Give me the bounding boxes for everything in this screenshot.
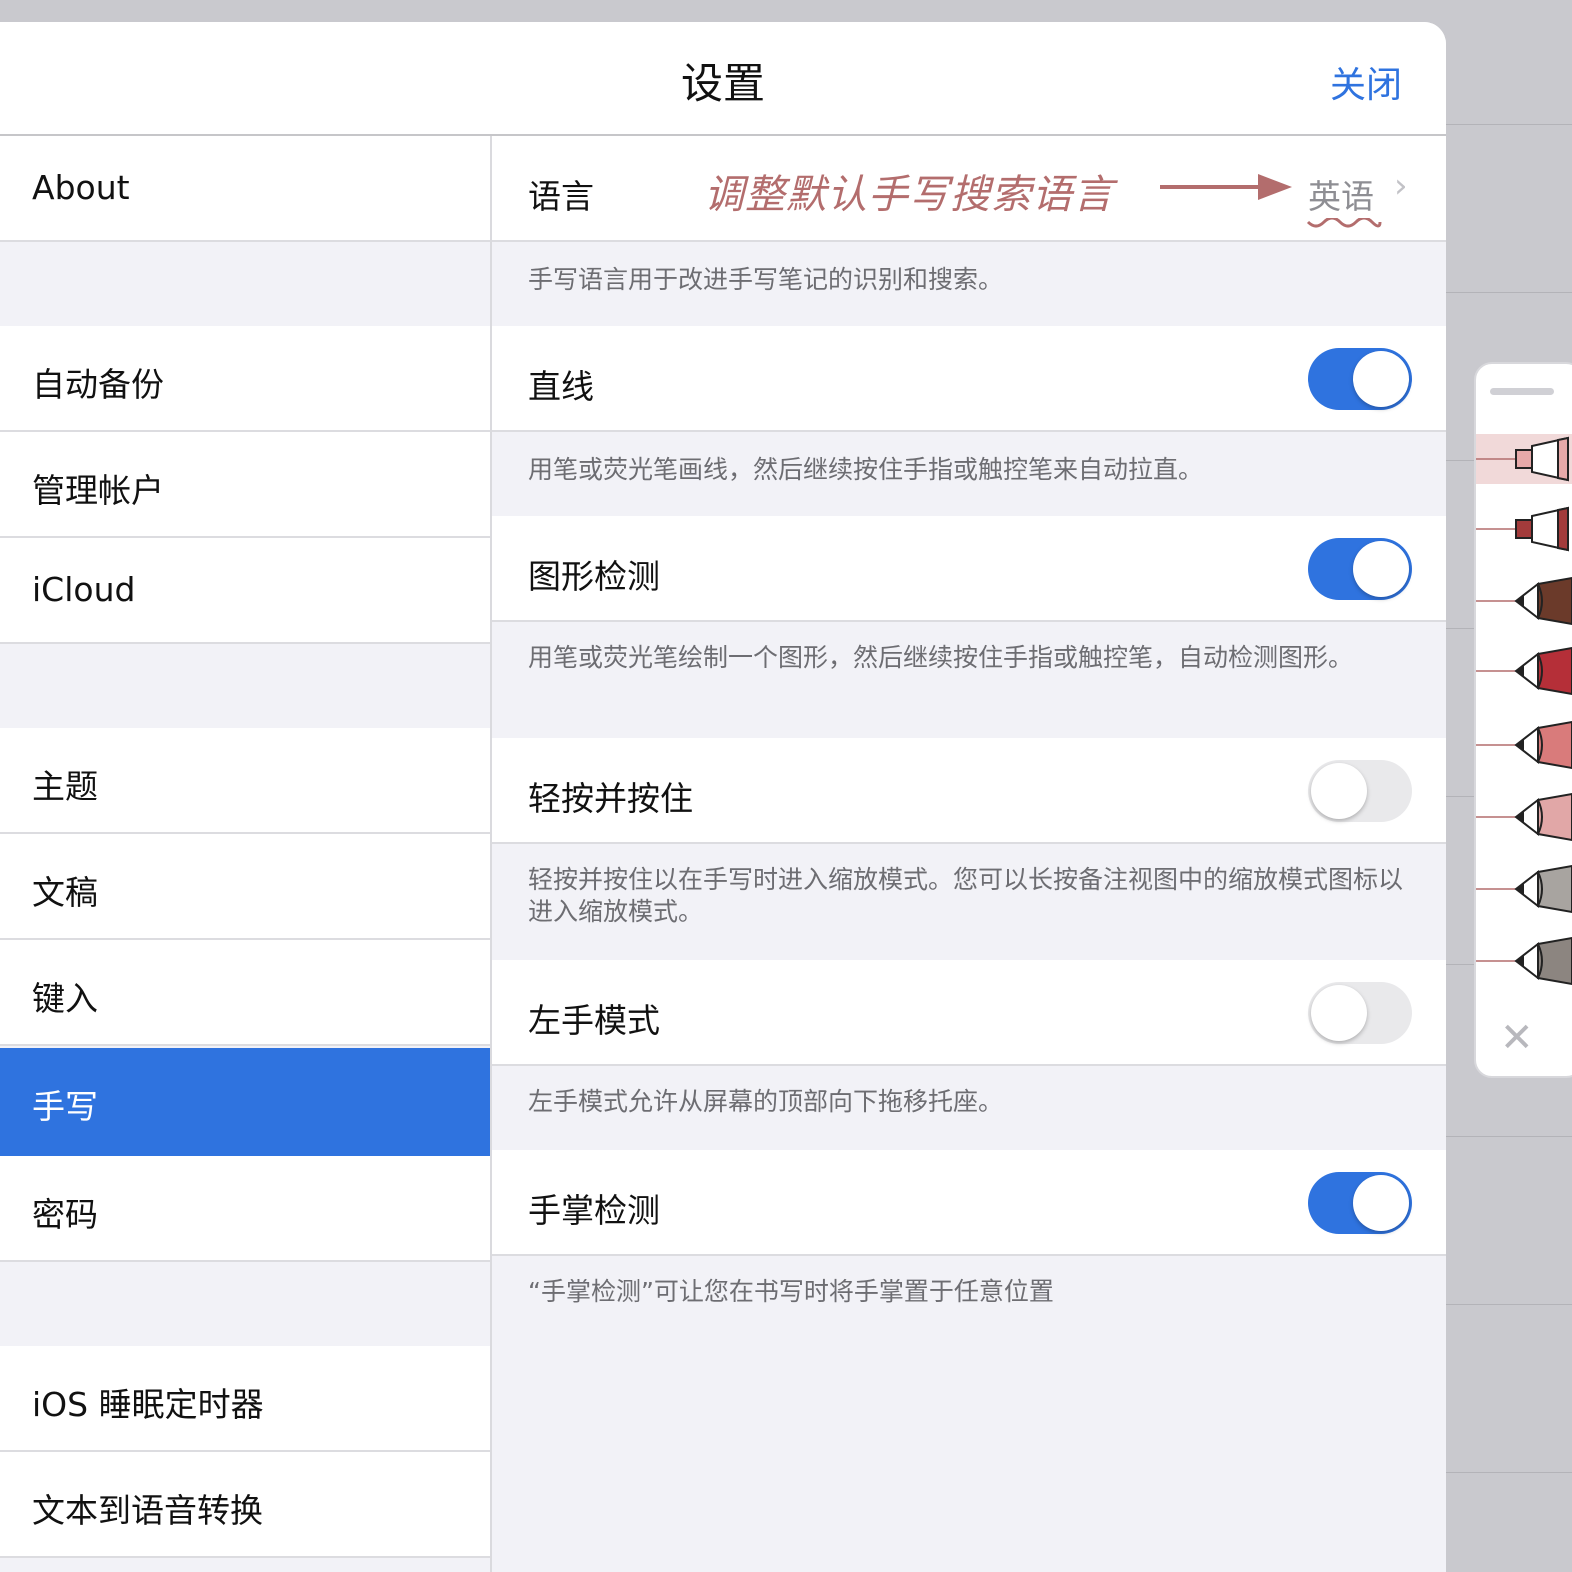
- row-label: 轻按并按住: [528, 779, 693, 818]
- sidebar-item-label: 文本到语音转换: [32, 1491, 263, 1530]
- sidebar-item-text-to-speech[interactable]: 文本到语音转换: [0, 1452, 490, 1558]
- sidebar-item-label: iCloud: [32, 570, 136, 609]
- settings-modal: 设置 关闭 About 自动备份 管理帐户 iCloud 主题 文稿 键入 手写…: [0, 22, 1446, 1572]
- straight-line-row: 直线: [492, 326, 1446, 432]
- language-description: 手写语言用于改进手写笔记的识别和搜索。: [528, 265, 1004, 294]
- bg-rule-line: [1446, 124, 1572, 125]
- sidebar: About 自动备份 管理帐户 iCloud 主题 文稿 键入 手写 密码 iO…: [0, 136, 492, 1572]
- bg-rule-line: [1446, 1304, 1572, 1305]
- sidebar-item-label: iOS 睡眠定时器: [32, 1385, 264, 1424]
- shape-detection-toggle[interactable]: [1308, 538, 1412, 600]
- row-label: 直线: [528, 367, 594, 406]
- toggle-knob: [1353, 541, 1409, 597]
- drag-handle[interactable]: [1490, 388, 1554, 395]
- shape-detection-row: 图形检测: [492, 516, 1446, 622]
- pen-icon[interactable]: [1476, 646, 1572, 696]
- pen-tray: ✕: [1474, 362, 1572, 1078]
- left-hand-description: 左手模式允许从屏幕的顶部向下拖移托座。: [528, 1087, 1004, 1116]
- page-title: 设置: [680, 59, 765, 108]
- straight-line-toggle[interactable]: [1308, 348, 1412, 410]
- left-hand-toggle[interactable]: [1308, 982, 1412, 1044]
- tap-hold-row: 轻按并按住: [492, 738, 1446, 844]
- sidebar-item-icloud[interactable]: iCloud: [0, 538, 490, 644]
- pen-icon[interactable]: [1476, 434, 1572, 484]
- palm-detection-description: “手掌检测”可让您在书写时将手掌置于任意位置: [528, 1277, 1054, 1306]
- sidebar-item-password[interactable]: 密码: [0, 1156, 490, 1262]
- close-icon[interactable]: ✕: [1500, 1018, 1534, 1058]
- bg-rule-line: [1446, 1136, 1572, 1137]
- toggle-knob: [1311, 763, 1367, 819]
- left-hand-row: 左手模式: [492, 960, 1446, 1066]
- palm-detection-row: 手掌检测: [492, 1150, 1446, 1256]
- sidebar-item-auto-backup[interactable]: 自动备份: [0, 326, 490, 432]
- sidebar-item-label: 文稿: [32, 873, 98, 912]
- sidebar-item-sleep-timer[interactable]: iOS 睡眠定时器: [0, 1346, 490, 1452]
- pen-icon[interactable]: [1476, 864, 1572, 914]
- pen-icon[interactable]: [1476, 720, 1572, 770]
- underline-squiggle: [1306, 218, 1382, 228]
- bg-rule-line: [1446, 1472, 1572, 1473]
- sidebar-item-label: 主题: [32, 767, 98, 806]
- straight-line-description: 用笔或荧光笔画线，然后继续按住手指或触控笔来自动拉直。: [528, 455, 1204, 484]
- tap-hold-description: 轻按并按住以在手写时进入缩放模式。您可以长按备注视图中的缩放模式图标以进入缩放模…: [528, 865, 1404, 926]
- sidebar-item-about[interactable]: About: [0, 136, 490, 242]
- palm-detection-toggle[interactable]: [1308, 1172, 1412, 1234]
- settings-content: 语言 调整默认手写搜索语言 英语 › 手写语言用于改进手写笔记的识别和搜索。 直…: [492, 136, 1446, 1572]
- pen-icon[interactable]: [1476, 576, 1572, 626]
- row-label: 左手模式: [528, 1001, 660, 1040]
- row-label: 图形检测: [528, 557, 660, 596]
- pen-icon[interactable]: [1476, 792, 1572, 842]
- arrow-right-icon: [1160, 174, 1292, 200]
- language-value: 英语: [1308, 177, 1374, 216]
- sidebar-item-handwriting[interactable]: 手写: [0, 1048, 490, 1156]
- toggle-knob: [1311, 985, 1367, 1041]
- pen-icon[interactable]: [1476, 504, 1572, 554]
- tap-hold-toggle[interactable]: [1308, 760, 1412, 822]
- nav-bar: 设置 关闭: [0, 22, 1446, 136]
- sidebar-item-theme[interactable]: 主题: [0, 728, 490, 834]
- sidebar-item-typing[interactable]: 键入: [0, 940, 490, 1046]
- sidebar-item-label: 手写: [32, 1087, 98, 1126]
- sidebar-item-label: 自动备份: [32, 365, 164, 404]
- chevron-right-icon: ›: [1394, 166, 1408, 206]
- sidebar-item-manage-accounts[interactable]: 管理帐户: [0, 432, 490, 538]
- pen-icon[interactable]: [1476, 936, 1572, 986]
- sidebar-item-label: 键入: [32, 979, 98, 1018]
- sidebar-item-label: 密码: [32, 1195, 98, 1234]
- bg-rule-line: [1446, 292, 1572, 293]
- row-label: 语言: [528, 177, 594, 216]
- sidebar-item-documents[interactable]: 文稿: [0, 834, 490, 940]
- row-label: 手掌检测: [528, 1191, 660, 1230]
- sidebar-item-label: About: [32, 168, 130, 207]
- toggle-knob: [1353, 1175, 1409, 1231]
- language-row[interactable]: 语言 调整默认手写搜索语言 英语 ›: [492, 136, 1446, 242]
- handwritten-annotation: 调整默认手写搜索语言: [704, 172, 1114, 218]
- close-button[interactable]: 关闭: [1330, 56, 1402, 108]
- sidebar-item-label: 管理帐户: [32, 471, 164, 510]
- shape-detection-description: 用笔或荧光笔绘制一个图形，然后继续按住手指或触控笔，自动检测图形。: [528, 643, 1354, 672]
- toggle-knob: [1353, 351, 1409, 407]
